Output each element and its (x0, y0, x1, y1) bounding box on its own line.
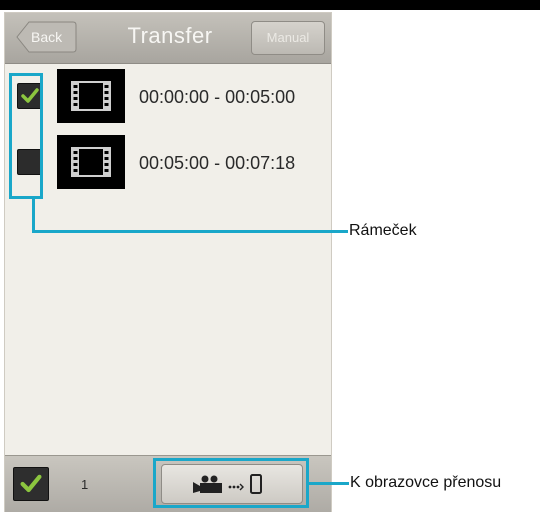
back-button[interactable]: Back (15, 21, 77, 53)
frame-callout-line-vertical (32, 198, 35, 233)
checkmark-icon (20, 474, 42, 493)
transfer-callout-line (309, 482, 349, 485)
frame-callout-line-horizontal (32, 230, 348, 233)
transfer-button-highlight (153, 458, 309, 508)
manual-button[interactable]: Manual (251, 21, 325, 55)
select-all-checkbox[interactable] (13, 467, 49, 501)
clip-row[interactable]: 00:00:00 - 00:05:00 (5, 69, 331, 131)
film-strip-icon (71, 81, 111, 111)
film-strip-icon (71, 147, 111, 177)
clip-thumbnail (57, 69, 125, 123)
checkbox-frame-highlight (9, 73, 43, 199)
phone-screen: Back Transfer Manual 00:00:00 - 00:05:00 (4, 12, 332, 512)
manual-label: Manual (266, 30, 310, 45)
top-bar: Back Transfer Manual (5, 13, 331, 64)
clip-thumbnail (57, 135, 125, 189)
back-label: Back (31, 29, 63, 45)
clip-time-range: 00:05:00 - 00:07:18 (139, 153, 296, 173)
frame-callout-label: Rámeček (349, 222, 417, 239)
page-title: Transfer (127, 23, 213, 48)
transfer-callout-label: K obrazovce přenosu (350, 474, 502, 491)
clip-time-range: 00:00:00 - 00:05:00 (139, 87, 296, 107)
selected-count: 1 (81, 477, 89, 492)
clip-row[interactable]: 00:05:00 - 00:07:18 (5, 135, 331, 197)
cropped-heading (0, 0, 540, 10)
